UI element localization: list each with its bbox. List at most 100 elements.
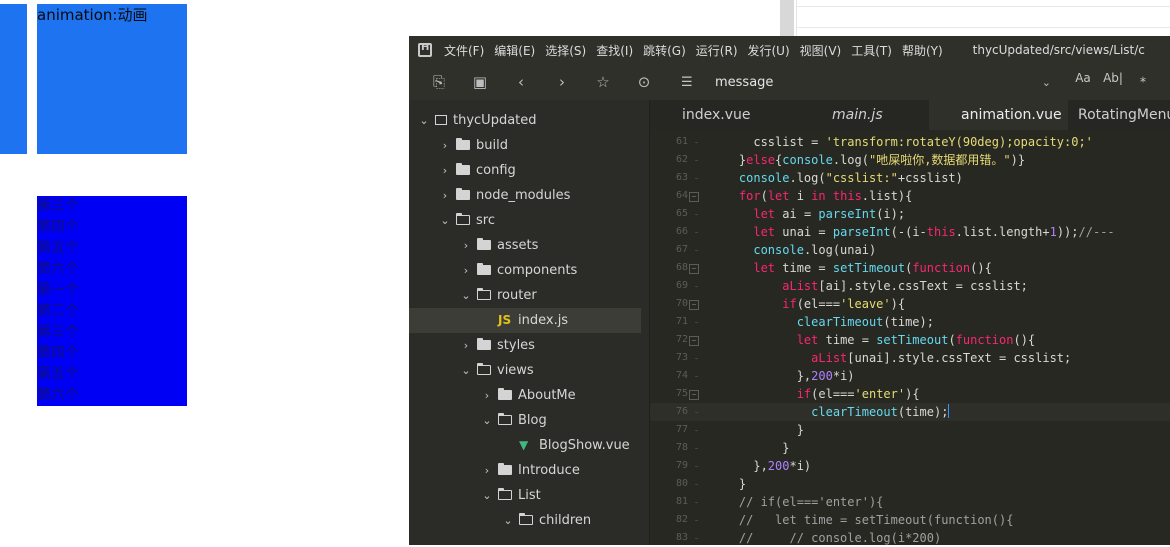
run-icon[interactable]: ⊙ xyxy=(633,71,655,93)
code-line[interactable]: 76- clearTimeout(time); xyxy=(650,403,1170,421)
menu-item[interactable]: 跳转(G) xyxy=(643,42,686,59)
chevron-down-icon[interactable]: ⌄ xyxy=(438,208,452,233)
chevron-right-icon[interactable]: › xyxy=(480,458,494,483)
code-line[interactable]: 77- } xyxy=(650,421,1170,439)
tree-item[interactable]: ⌄ Blog xyxy=(409,408,547,433)
code-line[interactable]: 64− for(let i in this.list){ xyxy=(650,187,1170,205)
tree-item[interactable]: › node_modules xyxy=(409,183,570,208)
chevron-right-icon[interactable]: › xyxy=(459,333,473,358)
chevron-down-icon[interactable]: ⌄ xyxy=(480,483,494,508)
tree-item-label: AboutMe xyxy=(518,388,576,403)
code-line[interactable]: 72− let time = setTimeout(function(){ xyxy=(650,331,1170,349)
code-line[interactable]: 63- console.log("csslist:"+csslist) xyxy=(650,169,1170,187)
tree-item[interactable]: › config xyxy=(409,158,516,183)
code-line[interactable]: 81- // if(el==='enter'){ xyxy=(650,493,1170,511)
fold-toggle-icon[interactable]: − xyxy=(689,192,699,202)
search-option-button[interactable]: Ab| xyxy=(1102,71,1124,85)
chevron-right-icon[interactable]: › xyxy=(480,383,494,408)
menu-item[interactable]: 选择(S) xyxy=(545,42,586,59)
code-line[interactable]: 69- aList[ai].style.cssText = csslist; xyxy=(650,277,1170,295)
code-line[interactable]: 62- }else{console.log("吔屎啦你,数据都用错。")} xyxy=(650,151,1170,169)
code-line[interactable]: 65- let ai = parseInt(i); xyxy=(650,205,1170,223)
tree-item-label: views xyxy=(497,363,534,378)
chevron-right-icon[interactable]: › xyxy=(459,233,473,258)
tree-item[interactable]: › Introduce xyxy=(409,458,580,483)
code-line[interactable]: 68− let time = setTimeout(function(){ xyxy=(650,259,1170,277)
tree-item-label: styles xyxy=(497,338,535,353)
tree-item[interactable]: ⌄ children xyxy=(409,508,591,533)
chevron-right-icon[interactable]: › xyxy=(438,183,452,208)
chevron-down-icon[interactable]: ⌄ xyxy=(459,283,473,308)
tree-item[interactable]: ⌄ src xyxy=(409,208,495,233)
code-line[interactable]: 70− if(el==='leave'){ xyxy=(650,295,1170,313)
code-line[interactable]: 74- },200*i) xyxy=(650,367,1170,385)
tree-item[interactable]: ⌄ router xyxy=(409,283,537,308)
code-line[interactable]: 83- // // console.log(i*200) xyxy=(650,529,1170,547)
editor-tab[interactable]: main.js xyxy=(790,100,929,130)
save-icon[interactable]: ▣ xyxy=(469,71,491,93)
new-file-icon[interactable]: ⎘ xyxy=(428,71,450,93)
code-line[interactable]: 80- } xyxy=(650,475,1170,493)
forward-icon[interactable]: › xyxy=(551,71,573,93)
fold-toggle-icon[interactable]: − xyxy=(689,390,699,400)
fold-toggle-icon[interactable]: − xyxy=(689,300,699,310)
tree-item[interactable]: JS index.js xyxy=(409,308,641,333)
chevron-right-icon[interactable]: › xyxy=(459,258,473,283)
tree-item[interactable]: › assets xyxy=(409,233,538,258)
code-line[interactable]: 79- },200*i) xyxy=(650,457,1170,475)
code-line[interactable]: 78- } xyxy=(650,439,1170,457)
editor-tab[interactable]: RotatingMenu. xyxy=(1068,100,1170,130)
code-line[interactable]: 75− if(el==='enter'){ xyxy=(650,385,1170,403)
animation-box: animation:动画 xyxy=(37,4,187,154)
line-number: 72 xyxy=(675,334,688,345)
tree-item[interactable]: ⌄ thycUpdated xyxy=(409,108,536,133)
list-item: 第三个 xyxy=(37,324,79,340)
editor-tab[interactable]: index.vue xyxy=(650,100,789,130)
tree-item[interactable]: › build xyxy=(409,133,508,158)
star-icon[interactable]: ☆ xyxy=(592,71,614,93)
tree-item[interactable]: ⌄ views xyxy=(409,358,534,383)
folder-open-icon xyxy=(477,288,491,300)
code-line[interactable]: 82- // let time = setTimeout(function(){ xyxy=(650,511,1170,529)
code-line[interactable]: 71- clearTimeout(time); xyxy=(650,313,1170,331)
tree-item[interactable]: ▼ BlogShow.vue xyxy=(409,433,630,458)
menu-item[interactable]: 编辑(E) xyxy=(494,42,535,59)
gutter-marker: - xyxy=(693,459,701,473)
search-option-button[interactable]: Aa xyxy=(1072,71,1094,85)
search-option-button[interactable]: ⁎ xyxy=(1132,71,1154,85)
menu-item[interactable]: 帮助(Y) xyxy=(902,42,943,59)
menu-item[interactable]: 运行(R) xyxy=(696,42,738,59)
back-icon[interactable]: ‹ xyxy=(510,71,532,93)
code-editor[interactable]: 61- csslist = 'transform:rotateY(90deg);… xyxy=(650,130,1170,545)
menu-item[interactable]: 视图(V) xyxy=(800,42,842,59)
folder-icon xyxy=(498,388,512,400)
fold-toggle-icon[interactable]: − xyxy=(689,264,699,274)
menu-item[interactable]: 发行(U) xyxy=(748,42,790,59)
chevron-down-icon[interactable]: ⌄ xyxy=(480,408,494,433)
menu-item[interactable]: 文件(F) xyxy=(444,42,484,59)
code-text: },200*i) xyxy=(710,459,812,473)
tree-item[interactable]: › components xyxy=(409,258,577,283)
search-input[interactable]: message xyxy=(715,75,773,90)
tree-item[interactable]: › styles xyxy=(409,333,535,358)
tree-item-label: List xyxy=(518,488,541,503)
chevron-down-icon[interactable]: ⌄ xyxy=(459,358,473,383)
code-line[interactable]: 67- console.log(unai) xyxy=(650,241,1170,259)
tree-item[interactable]: ⌄ List xyxy=(409,483,541,508)
chevron-right-icon[interactable]: › xyxy=(438,158,452,183)
chevron-right-icon[interactable]: › xyxy=(438,133,452,158)
tree-item[interactable]: › AboutMe xyxy=(409,383,576,408)
fold-toggle-icon[interactable]: − xyxy=(689,336,699,346)
code-line[interactable]: 61- csslist = 'transform:rotateY(90deg);… xyxy=(650,133,1170,151)
chevron-down-icon[interactable]: ⌄ xyxy=(501,508,515,533)
line-number: 71 xyxy=(675,316,688,327)
chevron-down-icon[interactable]: ⌄ xyxy=(417,108,431,133)
editor-tab[interactable]: animation.vue xyxy=(929,100,1068,130)
menu-item[interactable]: 查找(I) xyxy=(596,42,633,59)
menu-item[interactable]: 工具(T) xyxy=(851,42,892,59)
code-line[interactable]: 66- let unai = parseInt(-(i-this.list.le… xyxy=(650,223,1170,241)
code-line[interactable]: 73- aList[unai].style.cssText = csslist; xyxy=(650,349,1170,367)
chevron-down-icon[interactable]: ⌄ xyxy=(1042,76,1051,89)
line-number: 73 xyxy=(675,352,688,363)
search-box[interactable]: ☰ message ⌄ xyxy=(681,71,1051,93)
